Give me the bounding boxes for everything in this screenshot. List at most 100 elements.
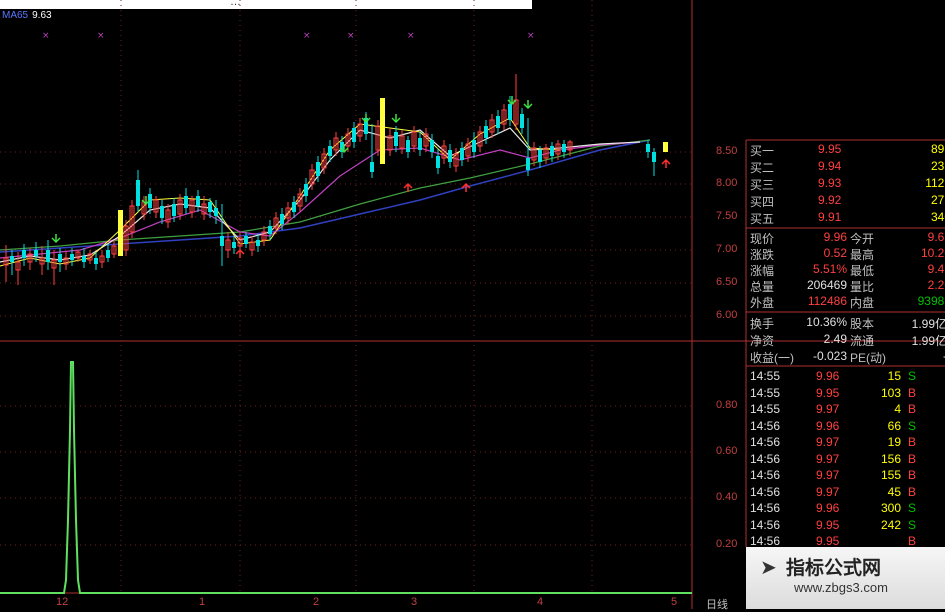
date-axis-label: 1 [199, 596, 206, 608]
orderbook-volume: 273 [930, 193, 945, 207]
tick-volume: 19 [887, 435, 901, 449]
quote-panel: 买一 9.95 892 买二 9.94 237 买三 9.93 1129 买四 9.92 273 买五 9… [746, 140, 945, 609]
candle-body [526, 158, 530, 170]
candle-body [352, 128, 356, 142]
candle-body [280, 214, 284, 224]
tick-row[interactable]: 14:56 9.95 242 S [746, 518, 945, 534]
orderbook-price: 9.94 [818, 159, 842, 173]
candle-body [172, 204, 176, 216]
period-label[interactable]: 日线 [706, 596, 728, 612]
price-axis-label: 8.00 [716, 177, 738, 189]
tick-row[interactable]: 14:56 9.96 300 S [746, 501, 945, 517]
fundamental-row[interactable]: 收益(一)-0.023PE(动)- [746, 349, 945, 365]
tick-volume: 156 [880, 451, 901, 466]
buy-arrow-icon [361, 114, 371, 124]
candle-body [472, 140, 476, 152]
tick-volume: 66 [887, 418, 901, 433]
quote-row[interactable]: 涨跌 0.52最高 10.20 [746, 246, 945, 262]
tick-time: 14:55 [750, 369, 781, 383]
buy-arrow-icon [523, 100, 533, 110]
fundamental-label: 流通 [850, 334, 875, 348]
candle-body [484, 126, 488, 138]
fundamental-row[interactable]: 换手 10.36% 股本 1.99亿 [746, 315, 945, 331]
candle-body [58, 254, 62, 262]
orderbook-label: 买五 [750, 212, 775, 226]
candle-body [94, 258, 98, 264]
watermark-url: www.zbgs3.com [794, 580, 888, 595]
candle-body [244, 236, 248, 244]
candle-body [316, 162, 320, 176]
indicator-signal-line [0, 361, 692, 594]
candle-body [520, 114, 524, 128]
price-axis-label: 8.50 [716, 145, 738, 157]
candle-body [34, 250, 38, 256]
tick-row[interactable]: 14:55 9.95 103 B [746, 386, 945, 402]
candle-body [22, 250, 26, 258]
quote-value: 93983 [917, 294, 945, 308]
tick-price: 9.95 [816, 385, 840, 400]
candle-body [430, 140, 434, 152]
candle-body [268, 226, 272, 234]
tick-volume: 103 [880, 385, 901, 400]
tick-side: B [908, 468, 917, 482]
buy-arrow-icon [51, 234, 61, 244]
quote-row[interactable]: 外盘 112486内盘 93983 [746, 294, 945, 310]
tick-row[interactable]: 14:56 9.96 66 S [746, 419, 945, 435]
tick-side: B [908, 402, 917, 416]
candle-body [460, 148, 464, 160]
orderbook-row[interactable]: 买二 9.94 237 [746, 159, 945, 175]
tick-row[interactable]: 14:55 9.96 15 S [746, 369, 945, 385]
tick-time: 14:56 [750, 435, 781, 449]
quote-label: 外盘 [750, 296, 775, 310]
orderbook-volume: 1129 [925, 176, 945, 190]
orderbook-volume: 892 [930, 142, 945, 156]
orderbook-row[interactable]: 买一 9.95 892 [746, 142, 945, 158]
tick-time: 14:56 [750, 484, 781, 499]
candle-body [214, 208, 218, 216]
candle-body [46, 250, 50, 262]
tick-side: S [908, 418, 917, 433]
quote-value: 0.52 [823, 246, 847, 260]
highlight-candle [118, 210, 123, 256]
fundamental-label: 股本 [850, 317, 875, 331]
sell-arrow-icon [661, 158, 671, 168]
candle-body [562, 144, 566, 152]
tick-side: B [908, 385, 917, 400]
orderbook-row[interactable]: 买五 9.91 340 [746, 210, 945, 226]
tick-row[interactable]: 14:56 9.97 19 B [746, 435, 945, 451]
quote-label: 涨跌 [750, 248, 775, 262]
tick-time: 14:56 [750, 468, 781, 482]
candle-body [538, 150, 542, 162]
tick-price: 9.97 [816, 451, 840, 466]
tick-side: B [908, 484, 917, 499]
candle-body [220, 236, 224, 246]
tick-volume: 300 [880, 501, 901, 515]
quote-label: 内盘 [850, 296, 875, 310]
fundamental-row[interactable]: 净资 2.49 流通 1.99亿 [746, 332, 945, 348]
orderbook-price: 9.93 [818, 176, 842, 190]
fundamental-value: 2.49 [823, 332, 847, 346]
fundamental-value: 1.99亿 [911, 317, 945, 331]
quote-label: 总量 [750, 280, 775, 294]
candle-body [652, 152, 656, 162]
tick-row[interactable]: 14:55 9.97 4 B [746, 402, 945, 418]
tick-row[interactable]: 14:56 9.97 45 B [746, 485, 945, 501]
candle-body [406, 140, 410, 152]
orderbook-row[interactable]: 买四 9.92 273 [746, 193, 945, 209]
fundamental-label: 换手 [750, 317, 775, 331]
orderbook-volume: 237 [930, 159, 945, 173]
orderbook-row[interactable]: 买三 9.93 1129 [746, 176, 945, 192]
quote-value: 112486 [807, 294, 847, 308]
tick-time: 14:56 [750, 517, 781, 532]
quote-value: 206469 [806, 278, 847, 292]
orderbook-volume: 340 [930, 210, 945, 224]
price-axis-label: 7.00 [716, 243, 738, 255]
tick-side: S [908, 501, 917, 515]
quote-row[interactable]: 涨幅 5.51%最低 9.45 [746, 262, 945, 278]
quote-row[interactable]: 总量 206469量比 2.20 [746, 278, 945, 294]
tick-row[interactable]: 14:56 9.97 156 B [746, 452, 945, 468]
quote-value: 2.20 [927, 278, 945, 292]
tick-side: B [908, 451, 917, 466]
quote-row[interactable]: 现价 9.96今开 9.65 [746, 230, 945, 246]
tick-row[interactable]: 14:56 9.97 155 B [746, 468, 945, 484]
